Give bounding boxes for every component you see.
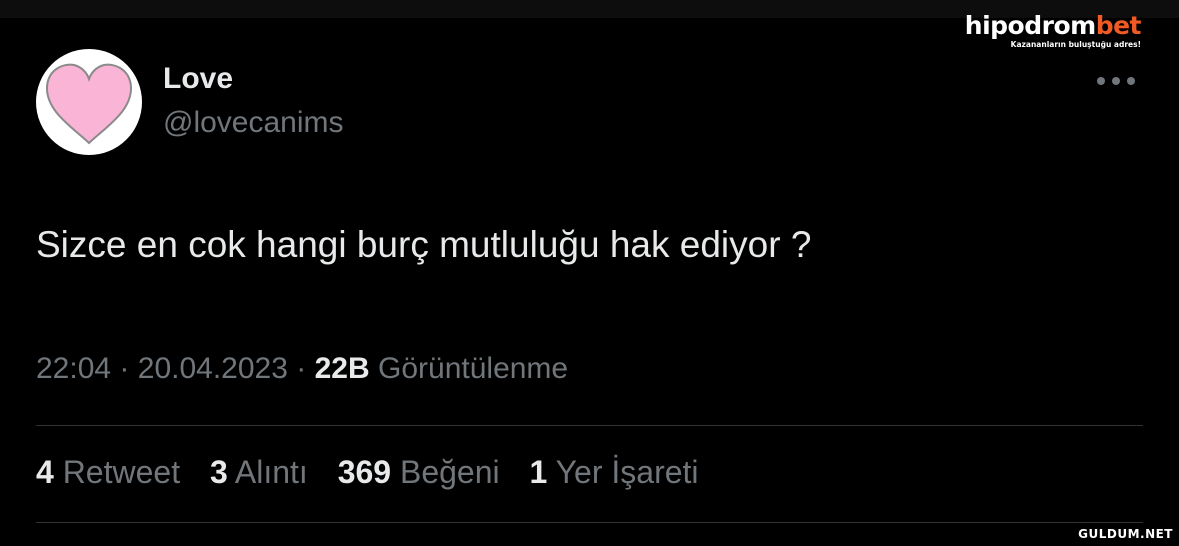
- quotes-count: 3: [209, 454, 228, 490]
- pink-heart-icon: [45, 63, 133, 145]
- avatar[interactable]: [36, 49, 142, 155]
- tweet-time[interactable]: 22:04: [36, 352, 111, 385]
- meta-separator: ·: [119, 352, 130, 385]
- bookmarks-label: Yer İşareti: [555, 454, 699, 490]
- engagement-stats: 4 Retweet 3 Alıntı 369 Beğeni 1 Yer İşar…: [36, 454, 720, 491]
- meta-separator: ·: [296, 352, 307, 385]
- likes-count: 369: [337, 454, 392, 490]
- retweets-stat[interactable]: 4 Retweet: [36, 454, 180, 491]
- bookmarks-stat[interactable]: 1 Yer İşareti: [530, 454, 699, 491]
- more-options-icon[interactable]: [1092, 70, 1140, 92]
- views-count: 22B: [314, 352, 370, 385]
- retweets-count: 4: [36, 454, 54, 490]
- brand-name: hipodrombet: [964, 11, 1142, 40]
- brand-logo: hipodrombet Kazananların buluştuğu adres…: [964, 11, 1142, 50]
- likes-label: Beğeni: [399, 454, 500, 490]
- brand-name-accent: bet: [1095, 11, 1142, 40]
- watermark: GULDUM.NET: [1078, 527, 1173, 541]
- tweet-meta: 22:04 · 20.04.2023 · 22B Görüntülenme: [36, 352, 568, 386]
- likes-stat[interactable]: 369 Beğeni: [338, 454, 500, 491]
- retweets-label: Retweet: [62, 454, 181, 490]
- bookmarks-count: 1: [529, 454, 548, 490]
- brand-name-main: hipodrom: [964, 11, 1096, 40]
- display-name[interactable]: Love: [163, 62, 233, 96]
- views-label: Görüntülenme: [378, 352, 569, 385]
- quotes-stat[interactable]: 3 Alıntı: [210, 454, 308, 491]
- quotes-label: Alıntı: [234, 454, 308, 490]
- tweet-text: Sizce en cok hangi burç mutluluğu hak ed…: [36, 224, 812, 265]
- brand-tagline: Kazananların buluştuğu adres!: [1010, 40, 1141, 49]
- divider: [36, 522, 1143, 523]
- user-handle[interactable]: @lovecanims: [163, 106, 344, 140]
- tweet-date[interactable]: 20.04.2023: [138, 352, 288, 385]
- divider: [36, 425, 1143, 426]
